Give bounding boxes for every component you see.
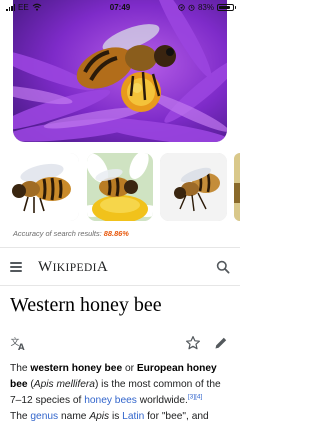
bee-on-yellow-flower-photo <box>87 153 153 221</box>
latin-link[interactable]: Latin <box>122 411 144 422</box>
result-thumbnail-4[interactable] <box>234 153 240 221</box>
search-icon[interactable] <box>216 260 230 274</box>
text-run: The <box>10 363 31 374</box>
divider <box>0 247 240 248</box>
wikipedia-wordmark[interactable]: WIKIPEDIA <box>38 259 108 276</box>
wordmark-rest: IKIPEDI <box>52 261 97 274</box>
status-right: 83% <box>178 2 236 12</box>
text-run: name <box>58 411 90 422</box>
article-title: Western honey bee <box>10 294 162 316</box>
location-icon <box>178 3 185 11</box>
article-lead-paragraph: The western honey bee or European honey … <box>10 361 232 425</box>
divider <box>0 285 240 286</box>
bee-on-purple-aster-photo <box>13 0 227 142</box>
honey-bees-link[interactable]: honey bees <box>84 395 137 406</box>
status-bar: EE 07:49 83% <box>0 0 240 14</box>
italic-term: Apis mellifera <box>33 379 95 390</box>
battery-percentage: 83% <box>197 2 214 12</box>
result-thumbnail-3[interactable] <box>160 153 227 221</box>
text-run: is <box>109 411 123 422</box>
alarm-icon <box>188 4 195 11</box>
star-icon[interactable] <box>185 335 201 351</box>
result-thumbnail-2[interactable] <box>87 153 153 221</box>
text-run: The <box>10 411 31 422</box>
result-thumbnails <box>0 153 240 221</box>
text-run: worldwide. <box>136 395 188 406</box>
accuracy-value: 88.86% <box>103 229 129 238</box>
result-thumbnail-1[interactable] <box>0 153 79 221</box>
wordmark-last: A <box>96 258 109 275</box>
genus-link[interactable]: genus <box>30 411 58 422</box>
bold-term: western honey bee <box>30 363 123 374</box>
text-run: or <box>122 363 137 374</box>
text-run: for "bee", and <box>144 411 209 422</box>
italic-term: Apis <box>89 411 110 422</box>
battery-icon <box>217 3 236 11</box>
translate-icon[interactable]: 文 A <box>10 335 26 351</box>
bee-photo <box>0 153 79 221</box>
signal-icon <box>6 4 15 11</box>
wifi-icon <box>32 3 42 11</box>
carrier-name: EE <box>18 2 29 12</box>
citation-link[interactable]: [3][4] <box>188 394 202 401</box>
accuracy-label: Accuracy of search results: <box>13 229 102 238</box>
wikipedia-header: WIKIPEDIA <box>0 249 240 285</box>
partial-bee-photo <box>234 153 240 221</box>
battery-fill <box>219 5 230 9</box>
article-toolbar: 文 A <box>10 335 230 351</box>
bee-on-grey-photo <box>160 153 227 221</box>
menu-icon[interactable] <box>10 262 22 272</box>
edit-icon[interactable] <box>213 335 229 351</box>
status-left: EE <box>6 3 42 12</box>
search-accuracy: Accuracy of search results: 88.86% <box>13 229 129 238</box>
wordmark-first: W <box>38 258 53 275</box>
svg-text:A: A <box>18 343 25 351</box>
hero-bee-image[interactable] <box>13 0 227 142</box>
